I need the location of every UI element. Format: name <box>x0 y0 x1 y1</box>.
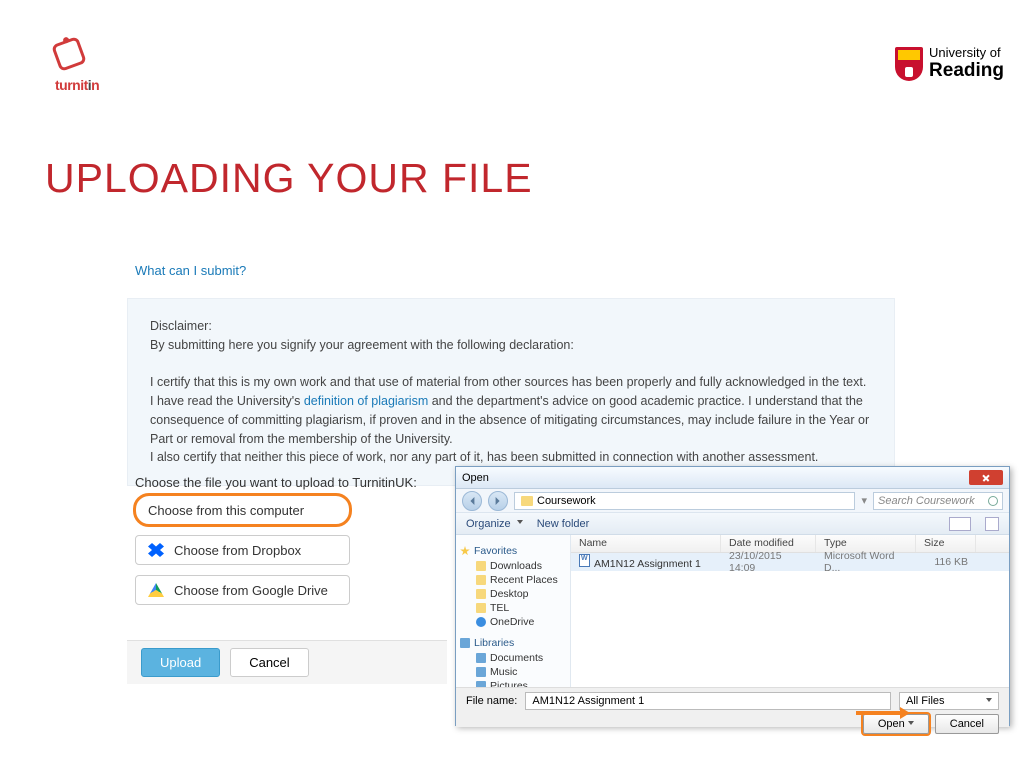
sidebar-favorites[interactable]: Favorites <box>460 545 566 557</box>
star-icon <box>460 546 470 556</box>
file-size: 116 KB <box>916 556 976 568</box>
search-placeholder: Search Coursework <box>878 495 975 507</box>
choose-from-dropbox-button[interactable]: Choose from Dropbox <box>135 535 350 565</box>
col-size[interactable]: Size <box>916 535 976 552</box>
gdrive-icon <box>148 583 164 597</box>
choose-from-gdrive-button[interactable]: Choose from Google Drive <box>135 575 350 605</box>
sidebar-documents[interactable]: Documents <box>460 651 566 665</box>
folder-icon <box>476 589 486 599</box>
turnitin-logo: turnitin <box>55 40 99 93</box>
nav-forward-button[interactable] <box>488 491 508 511</box>
folder-icon <box>521 496 533 506</box>
file-type: Microsoft Word D... <box>816 550 916 574</box>
folder-icon <box>476 667 486 677</box>
close-icon[interactable] <box>969 470 1003 485</box>
breadcrumb[interactable]: Coursework <box>514 492 855 510</box>
cancel-button[interactable]: Cancel <box>230 648 308 677</box>
new-folder-button[interactable]: New folder <box>537 518 590 530</box>
sidebar-pictures[interactable]: Pictures <box>460 679 566 687</box>
sidebar-desktop[interactable]: Desktop <box>460 587 566 601</box>
upload-button[interactable]: Upload <box>141 648 220 677</box>
what-can-i-submit-link[interactable]: What can I submit? <box>135 263 246 278</box>
file-row[interactable]: AM1N12 Assignment 1 23/10/2015 14:09 Mic… <box>571 553 1009 571</box>
dialog-titlebar: Open <box>456 467 1009 489</box>
file-date: 23/10/2015 14:09 <box>721 550 816 574</box>
university-logo: University of Reading <box>895 45 1004 82</box>
sidebar-tel[interactable]: TEL <box>460 601 566 615</box>
sidebar-libraries[interactable]: Libraries <box>460 637 566 649</box>
dialog-title: Open <box>462 472 489 484</box>
uni-line2: Reading <box>929 60 1004 82</box>
sidebar-downloads[interactable]: Downloads <box>460 559 566 573</box>
annotation-arrow <box>856 707 916 719</box>
organize-menu[interactable]: Organize <box>466 518 523 530</box>
breadcrumb-text: Coursework <box>537 495 596 507</box>
word-doc-icon <box>579 554 590 567</box>
page-title: UPLOADING YOUR FILE <box>45 155 533 202</box>
choose-computer-label: Choose from this computer <box>148 503 304 518</box>
shield-icon <box>895 47 923 81</box>
folder-icon <box>476 603 486 613</box>
filename-label: File name: <box>466 695 517 707</box>
search-icon <box>988 496 998 506</box>
choose-from-computer-button[interactable]: Choose from this computer <box>135 495 350 525</box>
action-bar: Upload Cancel <box>127 640 447 684</box>
library-icon <box>460 638 470 648</box>
folder-icon <box>476 681 486 687</box>
uni-line1: University of <box>929 45 1004 60</box>
disclaimer-p2: I also certify that neither this piece o… <box>150 448 872 467</box>
sidebar-onedrive[interactable]: OneDrive <box>460 615 566 629</box>
view-options-button[interactable] <box>949 517 971 531</box>
nav-back-button[interactable] <box>462 491 482 511</box>
cloud-icon <box>476 617 486 627</box>
sidebar-music[interactable]: Music <box>460 665 566 679</box>
choose-gdrive-label: Choose from Google Drive <box>174 583 328 598</box>
disclaimer-intro: By submitting here you signify your agre… <box>150 336 872 355</box>
turnitin-icon <box>51 36 87 72</box>
dropbox-icon <box>148 543 164 557</box>
disclaimer-box: Disclaimer: By submitting here you signi… <box>127 298 895 486</box>
choose-dropbox-label: Choose from Dropbox <box>174 543 301 558</box>
search-input[interactable]: Search Coursework <box>873 492 1003 510</box>
dialog-cancel-button[interactable]: Cancel <box>935 714 999 734</box>
disclaimer-heading: Disclaimer: <box>150 317 872 336</box>
dialog-sidebar: Favorites Downloads Recent Places Deskto… <box>456 535 571 687</box>
help-button[interactable] <box>985 517 999 531</box>
folder-icon <box>476 575 486 585</box>
plagiarism-link[interactable]: definition of plagiarism <box>304 394 428 408</box>
folder-icon <box>476 561 486 571</box>
file-open-dialog: Open Coursework ▾ Search Coursework Orga… <box>455 466 1010 726</box>
choose-file-label: Choose the file you want to upload to Tu… <box>135 475 417 490</box>
file-name: AM1N12 Assignment 1 <box>594 558 701 570</box>
col-name[interactable]: Name <box>571 535 721 552</box>
sidebar-recent[interactable]: Recent Places <box>460 573 566 587</box>
folder-icon <box>476 653 486 663</box>
file-list: Name Date modified Type Size AM1N12 Assi… <box>571 535 1009 687</box>
filename-input[interactable]: AM1N12 Assignment 1 <box>525 692 891 710</box>
